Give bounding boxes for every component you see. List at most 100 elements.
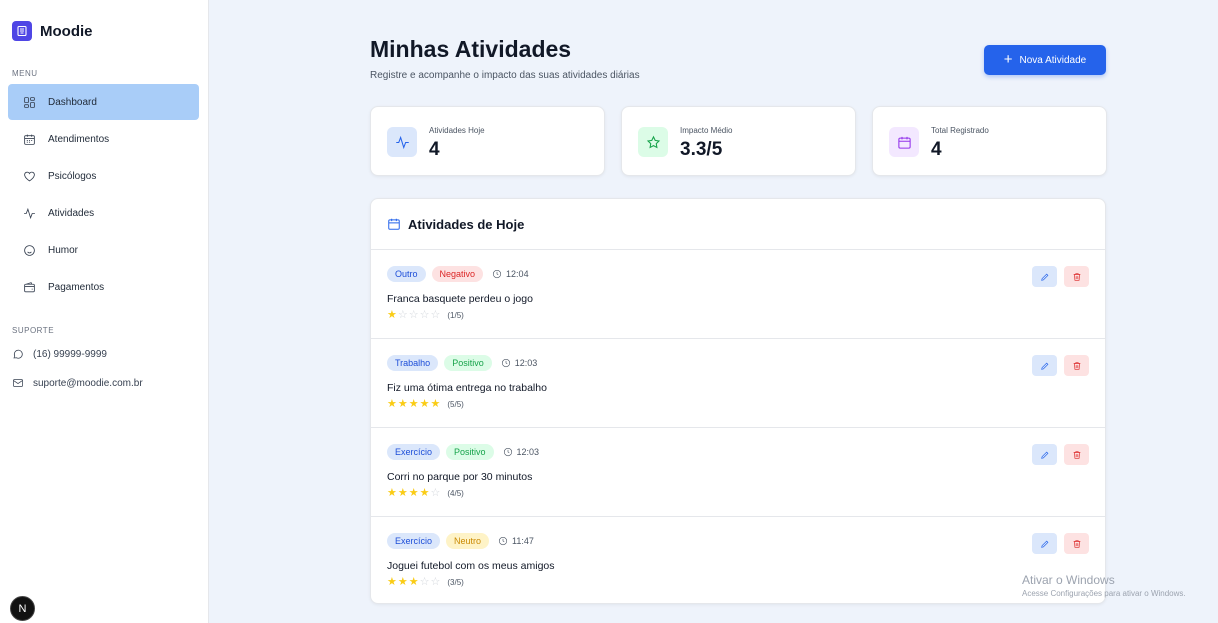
category-badge: Outro <box>387 266 426 282</box>
activity-time-text: 11:47 <box>512 536 534 546</box>
activity-rating: ★ ★ ★ ★ ☆ (4/5) <box>387 488 464 499</box>
activity-actions <box>1032 533 1089 554</box>
pencil-icon <box>1040 540 1048 548</box>
delete-button[interactable] <box>1064 266 1089 287</box>
activity-time: 12:03 <box>503 447 539 457</box>
chat-icon <box>13 349 23 359</box>
star-filled-icon: ★ <box>397 487 408 499</box>
stat-value: 3.3/5 <box>680 139 723 160</box>
activity-row: Exercício Positivo 12:03 Corri no parque po… <box>371 428 1105 517</box>
activity-actions <box>1032 266 1089 287</box>
star-empty-icon: ☆ <box>419 309 430 321</box>
activity-rating: ★ ☆ ☆ ☆ ☆ (1/5) <box>387 310 464 321</box>
support-email[interactable]: suporte@moodie.com.br <box>12 377 202 389</box>
sidebar-item-label: Humor <box>48 244 79 256</box>
sidebar-item-humor[interactable]: Humor <box>8 232 199 268</box>
sidebar-item-dashboard[interactable]: Dashboard <box>8 84 199 120</box>
sidebar-item-atendimentos[interactable]: Atendimentos <box>8 121 199 157</box>
edit-button[interactable] <box>1032 444 1057 465</box>
today-activities-panel: Atividades de Hoje Outro Negativo 12:04 Fra… <box>370 198 1106 604</box>
activity-row: Trabalho Positivo 12:03 Fiz uma ótima entre… <box>371 339 1105 428</box>
trash-icon <box>1073 450 1080 459</box>
star-filled-icon: ★ <box>419 487 430 499</box>
star-empty-icon: ☆ <box>430 309 441 321</box>
activity-time: 12:03 <box>501 358 538 368</box>
activity-tags: Trabalho Positivo 12:03 <box>387 355 537 371</box>
brand-name: Moodie <box>40 22 93 40</box>
rating-text: (4/5) <box>447 489 464 498</box>
trash-icon <box>1073 539 1080 548</box>
edit-button[interactable] <box>1032 533 1057 554</box>
brand[interactable]: Moodie <box>12 21 93 41</box>
sidebar-item-pagamentos[interactable]: Pagamentos <box>8 269 199 305</box>
delete-button[interactable] <box>1064 355 1089 376</box>
calendar-icon <box>24 134 35 145</box>
activity-icon <box>24 207 35 219</box>
star-filled-icon: ★ <box>430 398 441 410</box>
pencil-icon <box>1040 273 1048 281</box>
activity-list: Outro Negativo 12:04 Franca basquete perdeu… <box>371 250 1105 603</box>
activity-tags: Exercício Positivo 12:03 <box>387 444 539 460</box>
star-filled-icon: ★ <box>397 398 408 410</box>
support-section-label: SUPORTE <box>12 326 55 335</box>
sidebar-item-atividades[interactable]: Atividades <box>8 195 199 231</box>
trash-icon <box>1073 361 1080 370</box>
sidebar: Moodie MENU Dashboard Atendimentos Psicó… <box>0 0 209 623</box>
menu-section-label: MENU <box>12 69 38 78</box>
panel-title: Atividades de Hoje <box>408 216 525 232</box>
sidebar-item-label: Dashboard <box>48 96 97 108</box>
new-activity-button[interactable]: + Nova Atividade <box>984 45 1106 75</box>
brand-logo-icon <box>12 21 32 41</box>
support-phone[interactable]: (16) 99999-9999 <box>12 348 202 360</box>
clock-icon <box>492 269 502 279</box>
star-empty-icon: ☆ <box>430 576 441 588</box>
windows-activation-watermark: Ativar o Windows Acesse Configurações pa… <box>1022 573 1186 598</box>
star-empty-icon: ☆ <box>430 487 441 499</box>
star-filled-icon: ★ <box>408 487 419 499</box>
support-email-text: suporte@moodie.com.br <box>33 377 143 389</box>
pencil-icon <box>1040 362 1048 370</box>
category-badge: Trabalho <box>387 355 439 371</box>
new-activity-label: Nova Atividade <box>1019 54 1087 66</box>
stat-value: 4 <box>931 139 942 160</box>
activity-rating: ★ ★ ★ ☆ ☆ (3/5) <box>387 577 464 588</box>
sentiment-badge: Negativo <box>431 266 484 282</box>
stat-card-activities-today: Atividades Hoje 4 <box>370 106 605 176</box>
edit-button[interactable] <box>1032 355 1057 376</box>
sidebar-item-psicologos[interactable]: Psicólogos <box>8 158 199 194</box>
edit-button[interactable] <box>1032 266 1057 287</box>
rating-text: (5/5) <box>447 400 464 409</box>
activity-rating: ★ ★ ★ ★ ★ (5/5) <box>387 399 464 410</box>
star-empty-icon: ☆ <box>408 309 419 321</box>
rating-text: (1/5) <box>447 311 464 320</box>
mail-icon <box>13 379 23 387</box>
activity-tags: Exercício Neutro 11:47 <box>387 533 534 549</box>
star-filled-icon: ★ <box>419 398 430 410</box>
sidebar-item-label: Atividades <box>48 207 95 219</box>
star-empty-icon: ☆ <box>397 309 408 321</box>
wallet-icon <box>24 281 35 292</box>
clock-icon <box>498 536 508 546</box>
star-filled-icon: ★ <box>397 576 408 588</box>
activity-actions <box>1032 444 1089 465</box>
calendar-icon <box>889 127 919 157</box>
star-filled-icon: ★ <box>387 576 397 588</box>
dashboard-icon <box>24 96 35 108</box>
sentiment-badge: Neutro <box>446 533 490 549</box>
next-dev-badge[interactable]: N <box>10 596 35 621</box>
sidebar-item-label: Atendimentos <box>48 133 110 145</box>
smile-icon <box>24 244 35 256</box>
plus-icon: + <box>1003 50 1013 68</box>
delete-button[interactable] <box>1064 444 1089 465</box>
star-icon <box>638 127 668 157</box>
activity-description: Fiz uma ótima entrega no trabalho <box>387 382 547 394</box>
delete-button[interactable] <box>1064 533 1089 554</box>
watermark-line-1: Ativar o Windows <box>1022 573 1115 587</box>
activity-time-text: 12:03 <box>514 358 538 368</box>
sidebar-item-label: Psicólogos <box>48 170 97 182</box>
activity-icon <box>387 127 417 157</box>
activity-time: 12:04 <box>492 269 529 279</box>
activity-row: Outro Negativo 12:04 Franca basquete perdeu… <box>371 250 1105 339</box>
activity-time: 11:47 <box>498 536 534 546</box>
activity-tags: Outro Negativo 12:04 <box>387 266 529 282</box>
